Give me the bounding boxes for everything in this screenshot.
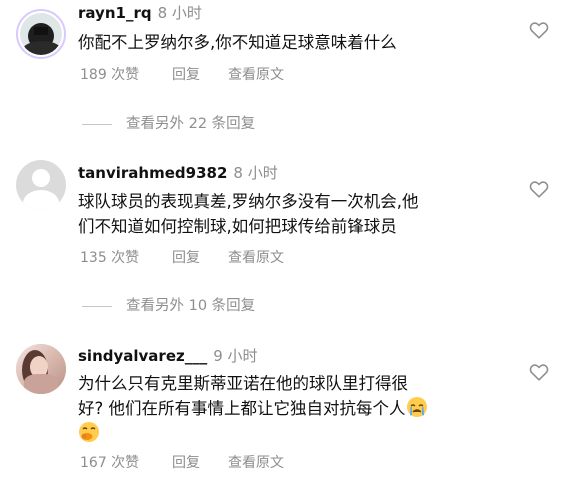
- like-count[interactable]: 167 次赞: [80, 452, 139, 472]
- view-original-button[interactable]: 查看原文: [228, 247, 284, 267]
- crying-face-icon: [406, 397, 427, 417]
- heart-icon[interactable]: [528, 178, 550, 200]
- face-with-hand-over-mouth-icon: [79, 422, 99, 442]
- avatar[interactable]: [16, 9, 66, 59]
- avatar[interactable]: [16, 160, 66, 210]
- comment-header: rayn1_rq 8 小时: [78, 3, 202, 23]
- like-count[interactable]: 135 次赞: [80, 247, 139, 267]
- comment-header: tanvirahmed9382 8 小时: [78, 163, 278, 183]
- view-original-button[interactable]: 查看原文: [228, 64, 284, 84]
- divider-line: [82, 305, 112, 307]
- timestamp: 9 小时: [213, 347, 258, 365]
- reply-button[interactable]: 回复: [172, 247, 200, 267]
- timestamp: 8 小时: [233, 164, 278, 182]
- heart-icon[interactable]: [528, 19, 550, 41]
- divider-line: [82, 123, 112, 125]
- comment-text: 你配不上罗纳尔多,你不知道足球意味着什么: [78, 33, 397, 52]
- timestamp: 8 小时: [157, 4, 202, 22]
- username[interactable]: tanvirahmed9382: [78, 164, 227, 182]
- reply-button[interactable]: 回复: [172, 64, 200, 84]
- comment-text: 球队球员的表现真差,罗纳尔多没有一次机会,他 们不知道如何控制球,如何把球传给前锋…: [78, 192, 419, 236]
- like-count[interactable]: 189 次赞: [80, 64, 139, 84]
- view-original-button[interactable]: 查看原文: [228, 452, 284, 472]
- view-replies-button[interactable]: 查看另外 22 条回复: [82, 114, 255, 134]
- comment-text: 为什么只有克里斯蒂亚诺在他的球队里打得很 好? 他们在所有事情上都让它独自对抗每个…: [78, 371, 508, 446]
- heart-icon[interactable]: [528, 361, 550, 383]
- comment-header: sindyalvarez___ 9 小时: [78, 346, 258, 366]
- username[interactable]: rayn1_rq: [78, 4, 152, 22]
- username[interactable]: sindyalvarez___: [78, 347, 207, 365]
- avatar[interactable]: [16, 344, 66, 394]
- reply-button[interactable]: 回复: [172, 452, 200, 472]
- view-replies-button[interactable]: 查看另外 10 条回复: [82, 296, 255, 316]
